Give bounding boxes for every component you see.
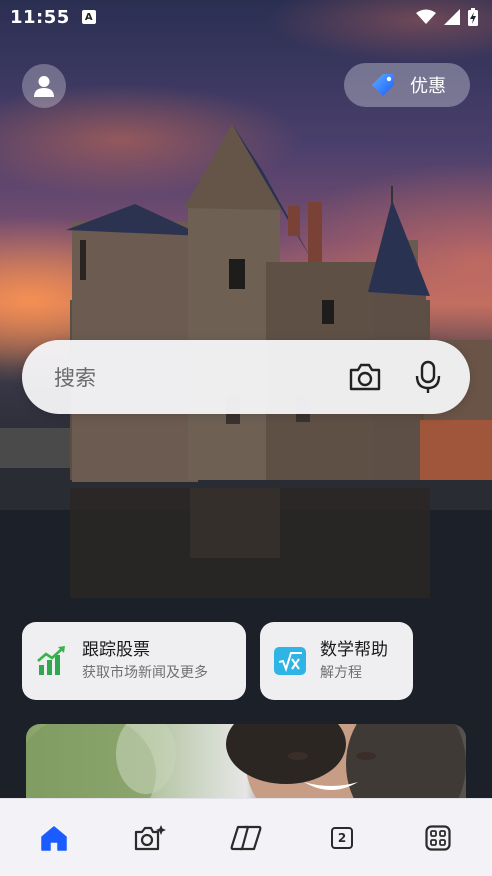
apps-grid-icon <box>425 824 451 851</box>
notification-badge: A <box>81 10 96 24</box>
nav-copilot[interactable] <box>216 808 276 868</box>
nav-tabs[interactable]: 2 <box>312 808 372 868</box>
camera-sparkle-icon <box>134 824 166 850</box>
price-tag-icon <box>372 74 394 96</box>
signal-icon <box>444 9 460 25</box>
microphone-icon[interactable] <box>414 360 442 394</box>
search-bar[interactable]: 搜索 <box>22 340 470 414</box>
home-icon <box>41 825 67 851</box>
search-input[interactable]: 搜索 <box>54 362 348 392</box>
nav-camera[interactable] <box>120 808 180 868</box>
math-card[interactable]: 数学帮助 解方程 <box>260 622 413 700</box>
card-subtitle: 解方程 <box>320 665 362 681</box>
stocks-card-text: 跟踪股票 获取市场新闻及更多 <box>82 638 208 684</box>
stocks-card[interactable]: 跟踪股票 获取市场新闻及更多 <box>22 622 246 700</box>
card-subtitle: 获取市场新闻及更多 <box>82 665 208 681</box>
status-icons <box>416 8 478 26</box>
stocks-chart-icon <box>37 646 65 675</box>
tabs-icon: 2 <box>331 826 353 849</box>
nav-apps[interactable] <box>408 808 468 868</box>
search-actions <box>348 360 442 394</box>
card-title: 数学帮助 <box>320 640 388 660</box>
card-title: 跟踪股票 <box>82 640 150 660</box>
math-card-text: 数学帮助 解方程 <box>320 638 388 684</box>
user-icon <box>34 76 54 97</box>
copilot-icon <box>230 825 262 850</box>
wifi-icon <box>416 9 436 24</box>
profile-button[interactable] <box>22 64 66 108</box>
camera-icon[interactable] <box>348 362 382 392</box>
status-time: 11:55 <box>10 6 70 28</box>
status-bar: 11:55 A <box>0 0 492 34</box>
math-sqrt-icon <box>274 647 306 675</box>
battery-icon <box>468 8 478 26</box>
offers-label: 优惠 <box>410 76 446 97</box>
offers-button[interactable]: 优惠 <box>344 63 470 107</box>
nav-home[interactable] <box>24 808 84 868</box>
bottom-nav: 2 <box>0 798 492 876</box>
